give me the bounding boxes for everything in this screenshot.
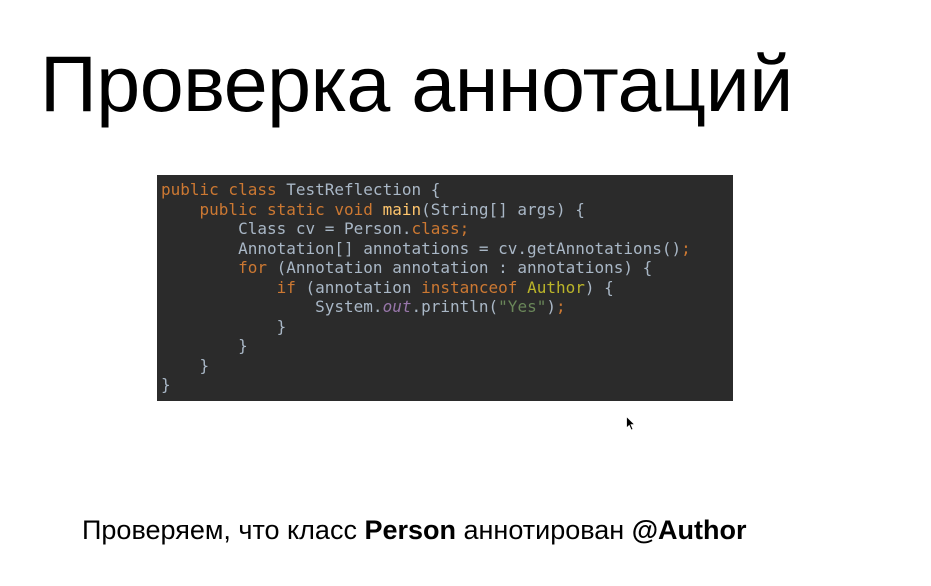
code-token: Class cv = Person. — [161, 219, 412, 238]
code-token: Author — [527, 277, 585, 297]
code-line: if (annotation instanceof Author) { — [161, 278, 691, 298]
code-token: Annotation[] annotations = cv.getAnnotat… — [161, 238, 682, 258]
code-block: public class TestReflection { public sta… — [161, 180, 691, 395]
code-token: ; — [459, 219, 470, 238]
slide-title: Проверка аннотаций — [40, 39, 793, 128]
code-token: .println( — [411, 297, 499, 316]
code-token: } — [161, 316, 287, 336]
code-token: if — [276, 277, 306, 297]
code-token: (String[] args) { — [421, 199, 585, 219]
code-line: public class TestReflection { — [161, 180, 691, 200]
code-token: } — [161, 355, 210, 375]
code-line: Annotation[] annotations = cv.getAnnotat… — [161, 239, 691, 259]
code-line: } — [161, 317, 691, 337]
code-line: } — [161, 356, 691, 376]
code-token: } — [161, 336, 248, 355]
code-line: Class cv = Person.class; — [161, 219, 691, 239]
code-screenshot: public class TestReflection { public sta… — [157, 175, 733, 401]
caption-text-start: Проверяем, что класс — [82, 515, 365, 545]
code-token: "Yes" — [498, 297, 547, 316]
code-line: public static void main(String[] args) { — [161, 200, 691, 220]
code-token: class — [411, 219, 460, 238]
code-token: for — [238, 258, 277, 277]
code-token: public static void — [199, 199, 383, 219]
code-token: out — [382, 297, 412, 316]
code-token: ) — [546, 297, 556, 316]
code-line: for (Annotation annotation : annotations… — [161, 258, 691, 278]
code-token: instanceof — [421, 277, 528, 297]
code-token: main — [382, 199, 422, 219]
code-token: public class — [161, 180, 287, 199]
caption-annotation-name: @Author — [631, 515, 747, 545]
caption-class-name: Person — [364, 515, 456, 545]
code-token: } — [161, 375, 171, 394]
presentation-slide: Проверка аннотаций public class TestRefl… — [0, 0, 931, 586]
code-token: ; — [681, 238, 691, 258]
code-line: } — [161, 336, 691, 356]
code-token: System. — [161, 297, 383, 316]
code-token: ; — [555, 297, 566, 316]
code-line: } — [161, 375, 691, 395]
code-token: TestReflection { — [286, 180, 441, 199]
code-line: System.out.println("Yes"); — [161, 297, 691, 317]
caption-text-middle: аннотирован — [456, 515, 632, 545]
code-token: (Annotation annotation : annotations) { — [276, 258, 653, 277]
slide-caption: Проверяем, что класс Person аннотирован … — [82, 513, 747, 547]
code-token: ) { — [584, 277, 614, 297]
code-token: (annotation — [305, 277, 422, 297]
mouse-pointer-icon — [626, 416, 636, 431]
